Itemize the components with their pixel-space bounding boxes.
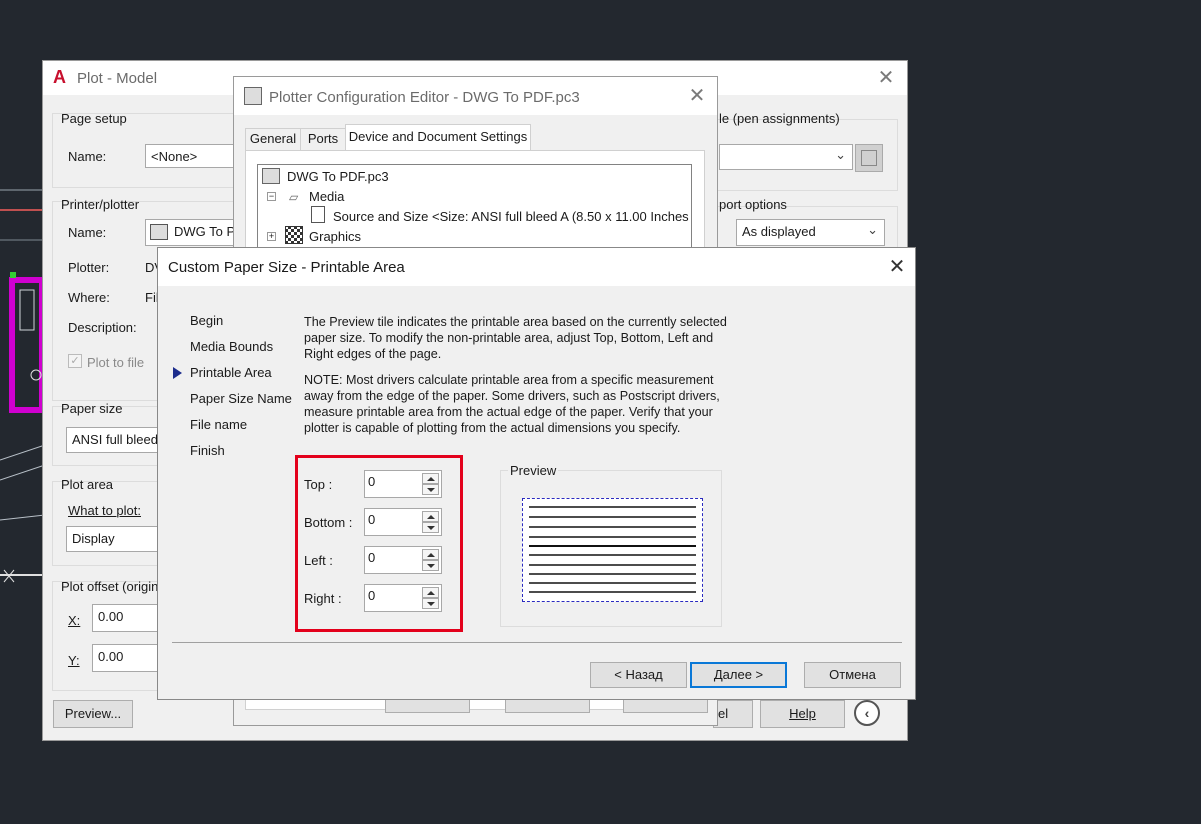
step-printable-area: Printable Area (190, 365, 272, 380)
plotter-label: Plotter: (68, 260, 110, 275)
plot-dialog-title: Plot - Model (77, 70, 158, 87)
bottom-margin-value: 0 (368, 512, 376, 527)
tab-device-settings-label: Device and Document Settings (348, 129, 528, 144)
spin-down-icon[interactable] (422, 560, 439, 571)
right-label: Right : (304, 591, 342, 606)
printer-name-label: Name: (68, 225, 107, 240)
custom-paper-dialog: Custom Paper Size - Printable Area ✕ Beg… (157, 247, 916, 700)
close-icon[interactable]: ✕ (875, 67, 897, 89)
plotter-config-titlebar: Plotter Configuration Editor - DWG To PD… (234, 77, 717, 115)
help-button[interactable]: Help (760, 700, 845, 728)
preview-label: Preview (508, 463, 559, 478)
cancel-button[interactable]: Отмена (804, 662, 901, 688)
printer-label: Printer/plotter (61, 197, 140, 212)
page-setup-name-select[interactable]: <None> (145, 144, 241, 168)
step-paper-size-name: Paper Size Name (190, 391, 292, 406)
spin-up-icon[interactable] (422, 549, 439, 560)
close-icon[interactable]: ✕ (686, 85, 708, 107)
paper-size-label: Paper size (61, 401, 123, 416)
next-button[interactable]: Далее > (690, 662, 787, 688)
plot-to-file-checkbox[interactable]: ✓ (68, 354, 82, 368)
note-text: NOTE: Most drivers calculate printable a… (304, 373, 720, 435)
autocad-logo-icon: A (53, 67, 66, 87)
cancel-partial-label: el (718, 706, 729, 721)
plot-style-label: le (pen assignments) (719, 111, 840, 126)
collapse-icon[interactable]: − (267, 192, 276, 201)
expand-icon[interactable]: + (267, 232, 276, 241)
step-finish: Finish (190, 443, 225, 458)
chevron-down-icon: ⌄ (867, 222, 878, 237)
tree-source-size[interactable]: Source and Size <Size: ANSI full bleed A… (333, 209, 689, 224)
custom-paper-titlebar: Custom Paper Size - Printable Area ✕ (158, 248, 915, 286)
plot-offset-label: Plot offset (origin (61, 579, 159, 594)
tab-ports-label: Ports (307, 131, 339, 146)
description-label: Description: (68, 320, 137, 335)
plotter-config-title: Plotter Configuration Editor - DWG To PD… (269, 89, 580, 106)
tree-graphics[interactable]: Graphics (309, 229, 361, 244)
step-file-name: File name (190, 417, 248, 432)
tree-root[interactable]: DWG To PDF.pc3 (287, 169, 389, 184)
back-button[interactable]: < Назад (590, 662, 687, 688)
preview-button[interactable]: Preview... (53, 700, 133, 728)
offset-x-label: X: (68, 613, 81, 628)
spin-up-icon[interactable] (422, 511, 439, 522)
spin-down-icon[interactable] (422, 522, 439, 533)
spin-up-icon[interactable] (422, 473, 439, 484)
plot-to-file-label: Plot to file (87, 355, 145, 370)
button-separator (172, 642, 902, 643)
bottom-margin-spinner[interactable]: 0 (364, 508, 442, 536)
left-margin-spinner[interactable]: 0 (364, 546, 442, 574)
viewport-options-label: port options (719, 197, 787, 212)
plotter-icon (150, 224, 168, 240)
help-label: Help (789, 706, 816, 721)
left-label: Left : (304, 553, 333, 568)
plotter-edit-icon (861, 150, 877, 166)
top-label: Top : (304, 477, 333, 492)
close-icon[interactable]: ✕ (886, 256, 908, 278)
tab-ports[interactable]: Ports (300, 128, 346, 150)
tab-device-settings[interactable]: Device and Document Settings (345, 124, 531, 151)
spin-down-icon[interactable] (422, 598, 439, 609)
custom-paper-title: Custom Paper Size - Printable Area (168, 259, 405, 276)
left-margin-value: 0 (368, 550, 376, 565)
cad-drawing-background (0, 180, 45, 600)
current-step-arrow-icon (173, 367, 182, 379)
top-margin-spinner[interactable]: 0 (364, 470, 442, 498)
graphics-icon (285, 226, 303, 244)
tab-general-label: General (249, 131, 297, 146)
page-setup-label: Page setup (61, 111, 127, 126)
printable-lines-graphic (529, 506, 696, 593)
edit-plot-style-button[interactable] (855, 144, 883, 172)
plotter-icon (262, 168, 280, 184)
page-setup-name-label: Name: (68, 149, 107, 164)
top-margin-value: 0 (368, 474, 376, 489)
printer-name-select[interactable]: DWG To PDF (145, 219, 241, 246)
where-label: Where: (68, 290, 110, 305)
step-begin: Begin (190, 313, 224, 328)
bottom-label: Bottom : (304, 515, 353, 530)
step-media-bounds: Media Bounds (190, 339, 274, 354)
cancel-partial-button[interactable]: el (713, 700, 753, 728)
what-to-plot-label: What to plot: (68, 503, 141, 518)
printer-name-value: DWG To PDF (174, 224, 240, 239)
chevron-down-icon: ⌄ (835, 147, 846, 162)
tree-media[interactable]: Media (309, 189, 344, 204)
offset-y-label: Y: (68, 653, 80, 668)
spin-down-icon[interactable] (422, 484, 439, 495)
plot-area-label: Plot area (61, 477, 114, 492)
intro-text: The Preview tile indicates the printable… (304, 315, 727, 361)
viewport-options-value: As displayed (742, 224, 816, 239)
viewport-options-select[interactable]: As displayed ⌄ (736, 219, 885, 246)
expand-options-button[interactable]: ‹ (854, 700, 880, 726)
tab-general[interactable]: General (245, 128, 301, 150)
media-icon: ▱ (289, 190, 299, 204)
right-margin-value: 0 (368, 588, 376, 603)
spin-up-icon[interactable] (422, 587, 439, 598)
right-margin-spinner[interactable]: 0 (364, 584, 442, 612)
document-icon (311, 206, 325, 223)
plot-style-select[interactable]: ⌄ (719, 144, 853, 170)
paper-preview (522, 498, 703, 602)
plotter-icon (244, 87, 262, 105)
